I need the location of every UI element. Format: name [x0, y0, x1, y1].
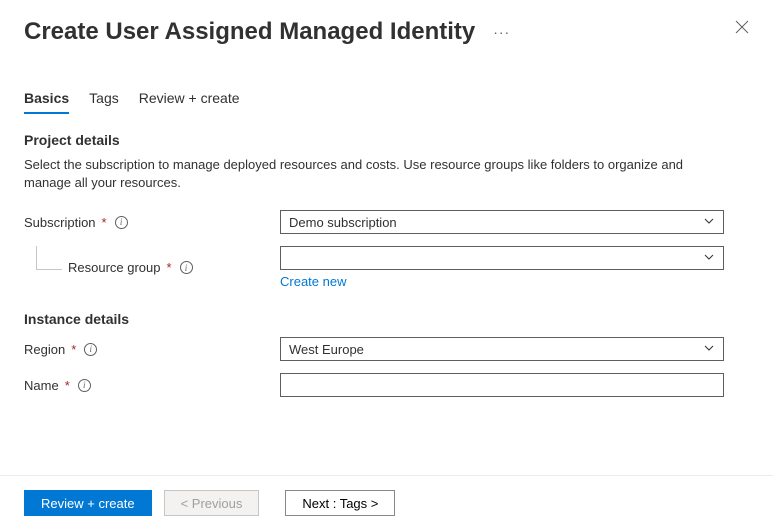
instance-details-heading: Instance details: [24, 311, 749, 327]
region-label: Region: [24, 342, 65, 357]
region-row: Region * i West Europe: [24, 337, 749, 361]
next-button[interactable]: Next : Tags >: [285, 490, 395, 516]
indent-connector: [36, 246, 62, 270]
tab-basics[interactable]: Basics: [24, 84, 69, 114]
tab-review-create[interactable]: Review + create: [139, 84, 240, 114]
chevron-down-icon: [703, 215, 715, 230]
info-icon[interactable]: i: [78, 379, 91, 392]
create-new-link[interactable]: Create new: [280, 274, 346, 289]
info-icon[interactable]: i: [84, 343, 97, 356]
tab-bar: Basics Tags Review + create: [0, 54, 773, 114]
subscription-value: Demo subscription: [289, 215, 397, 230]
chevron-down-icon: [703, 251, 715, 266]
resource-group-row: Resource group * i Create new: [24, 246, 749, 289]
required-indicator: *: [102, 215, 107, 230]
name-input[interactable]: [280, 373, 724, 397]
required-indicator: *: [167, 260, 172, 275]
required-indicator: *: [65, 378, 70, 393]
subscription-row: Subscription * i Demo subscription: [24, 210, 749, 234]
name-row: Name * i: [24, 373, 749, 397]
name-label: Name: [24, 378, 59, 393]
info-icon[interactable]: i: [180, 261, 193, 274]
more-icon[interactable]: ···: [493, 24, 510, 40]
page-title: Create User Assigned Managed Identity: [24, 18, 475, 46]
region-value: West Europe: [289, 342, 364, 357]
close-icon[interactable]: [735, 20, 749, 37]
region-select[interactable]: West Europe: [280, 337, 724, 361]
resource-group-select[interactable]: [280, 246, 724, 270]
footer-bar: Review + create < Previous Next : Tags >: [0, 475, 773, 530]
review-create-button[interactable]: Review + create: [24, 490, 152, 516]
chevron-down-icon: [703, 342, 715, 357]
subscription-label: Subscription: [24, 215, 96, 230]
project-details-heading: Project details: [24, 132, 749, 148]
resource-group-label: Resource group: [68, 260, 161, 275]
required-indicator: *: [71, 342, 76, 357]
previous-button: < Previous: [164, 490, 260, 516]
project-details-description: Select the subscription to manage deploy…: [24, 156, 704, 192]
subscription-select[interactable]: Demo subscription: [280, 210, 724, 234]
tab-tags[interactable]: Tags: [89, 84, 119, 114]
info-icon[interactable]: i: [115, 216, 128, 229]
